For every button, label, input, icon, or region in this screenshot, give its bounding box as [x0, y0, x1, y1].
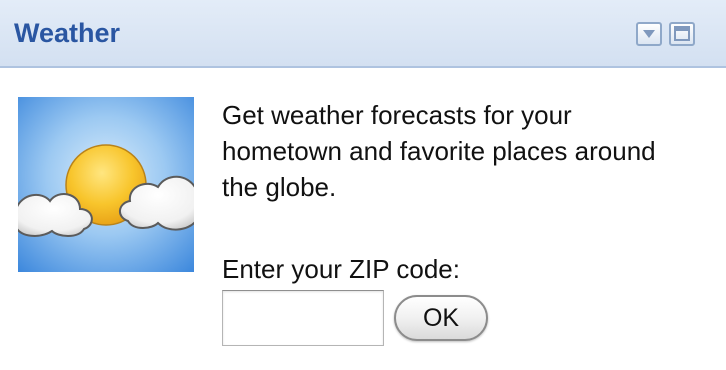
zip-code-input[interactable] [222, 290, 384, 346]
sun-with-clouds-icon [15, 97, 197, 272]
weather-gadget: Weather Get weather forecasts for your h… [0, 0, 726, 370]
gadget-description: Get weather forecasts for your hometown … [222, 100, 656, 202]
gadget-header: Weather [0, 0, 726, 68]
maximize-icon[interactable] [669, 22, 695, 46]
dropdown-menu-icon[interactable] [636, 22, 662, 46]
ok-button[interactable]: OK [394, 295, 488, 341]
zip-code-label: Enter your ZIP code: [222, 254, 460, 284]
gadget-title: Weather [14, 18, 121, 48]
